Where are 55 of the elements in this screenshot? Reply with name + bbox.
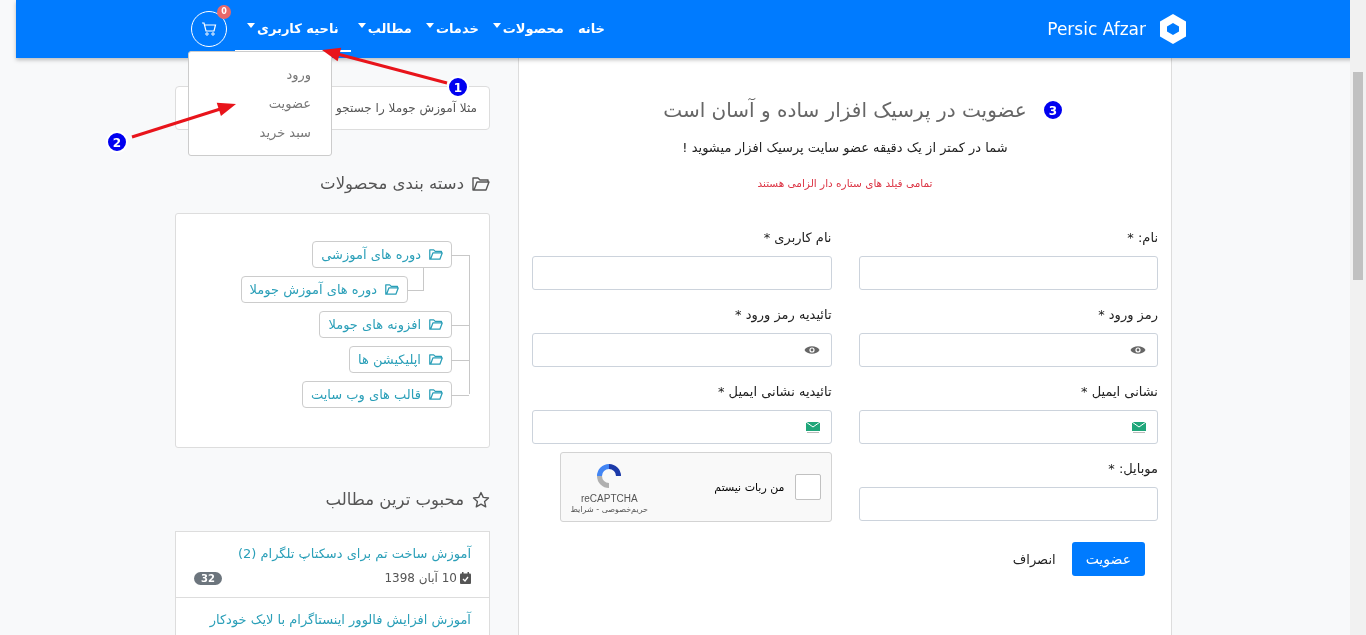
folder-icon	[429, 319, 443, 330]
required-note: تمامی فیلد های ستاره دار الزامی هستند	[757, 177, 933, 189]
mail-icon	[1132, 421, 1146, 433]
cart-count-badge: 0	[217, 5, 231, 19]
input-field[interactable]	[858, 256, 1158, 290]
input-field[interactable]	[532, 410, 832, 444]
step-number-badge: 1	[447, 76, 469, 98]
nav-link[interactable]: خدمات	[418, 6, 486, 52]
input-field[interactable]	[532, 256, 832, 290]
eye-icon	[803, 344, 820, 356]
field-label: نام: *	[1127, 229, 1158, 247]
field-label: تائیدیه رمز ورود *	[735, 306, 832, 324]
section-heading: دسته بندی محصولات	[320, 174, 464, 193]
hits-badge: 32	[194, 571, 222, 585]
input-field[interactable]	[858, 410, 1158, 444]
step-number-badge: 2	[106, 131, 128, 153]
post-link[interactable]: آموزش ساخت تم برای دسکتاپ تلگرام (2)	[237, 546, 471, 561]
form-subtitle: شما در کمتر از یک دقیقه عضو سایت پرسیک افزار میشوید !	[682, 140, 1008, 155]
field-label: نام کاربری *	[763, 229, 832, 247]
cart-icon	[201, 21, 217, 37]
nav-link[interactable]: محصولات	[485, 6, 571, 52]
post-date: 10 آبان 1398	[384, 571, 457, 585]
submit-button[interactable]: عضویت	[1071, 542, 1145, 576]
form-title: عضویت در پرسیک افزار ساده و آسان است	[663, 98, 1027, 122]
eye-icon	[1130, 344, 1146, 356]
mail-icon	[805, 421, 820, 433]
captcha-label: من ربات نیستم	[713, 480, 785, 494]
field-label: رمز ورود *	[1098, 306, 1158, 324]
folder-icon	[472, 176, 490, 191]
cancel-link[interactable]: انصراف	[1012, 551, 1056, 567]
nav-link[interactable]: مطالب	[350, 6, 419, 52]
field-label: نشانی ایمیل *	[1081, 383, 1158, 401]
scrollbar[interactable]	[1350, 0, 1366, 635]
field-label: تائیدیه نشانی ایمیل *	[717, 383, 832, 401]
folder-icon	[429, 249, 443, 260]
brand-name[interactable]: Persic Afzar	[1047, 19, 1146, 39]
folder-icon	[385, 284, 399, 295]
dropdown-item[interactable]: عضویت	[189, 89, 331, 118]
section-heading: محبوب ترین مطالب	[325, 490, 464, 509]
input-field[interactable]	[532, 333, 832, 367]
search-placeholder: مثلا آموزش جوملا را جستجو	[336, 101, 477, 115]
input-field[interactable]	[858, 487, 1158, 521]
star-icon	[472, 490, 490, 509]
captcha-checkbox[interactable]	[794, 474, 821, 500]
folder-icon	[429, 389, 443, 400]
post-link[interactable]: آموزش افزایش فالوور اینستاگرام با لایک خودکار	[209, 612, 471, 627]
hexagon-logo-icon	[1158, 13, 1188, 45]
recaptcha-brand: reCAPTCHA	[580, 493, 638, 504]
field-label: موبایل: *	[1108, 460, 1158, 478]
dropdown-item[interactable]: ورود	[189, 60, 331, 89]
calendar-icon	[460, 572, 471, 584]
folder-icon	[429, 354, 443, 365]
nav-link[interactable]: خانه	[570, 6, 612, 52]
recaptcha-terms[interactable]: حریم‌خصوصی - شرایط	[570, 505, 649, 514]
input-field[interactable]	[858, 333, 1158, 367]
